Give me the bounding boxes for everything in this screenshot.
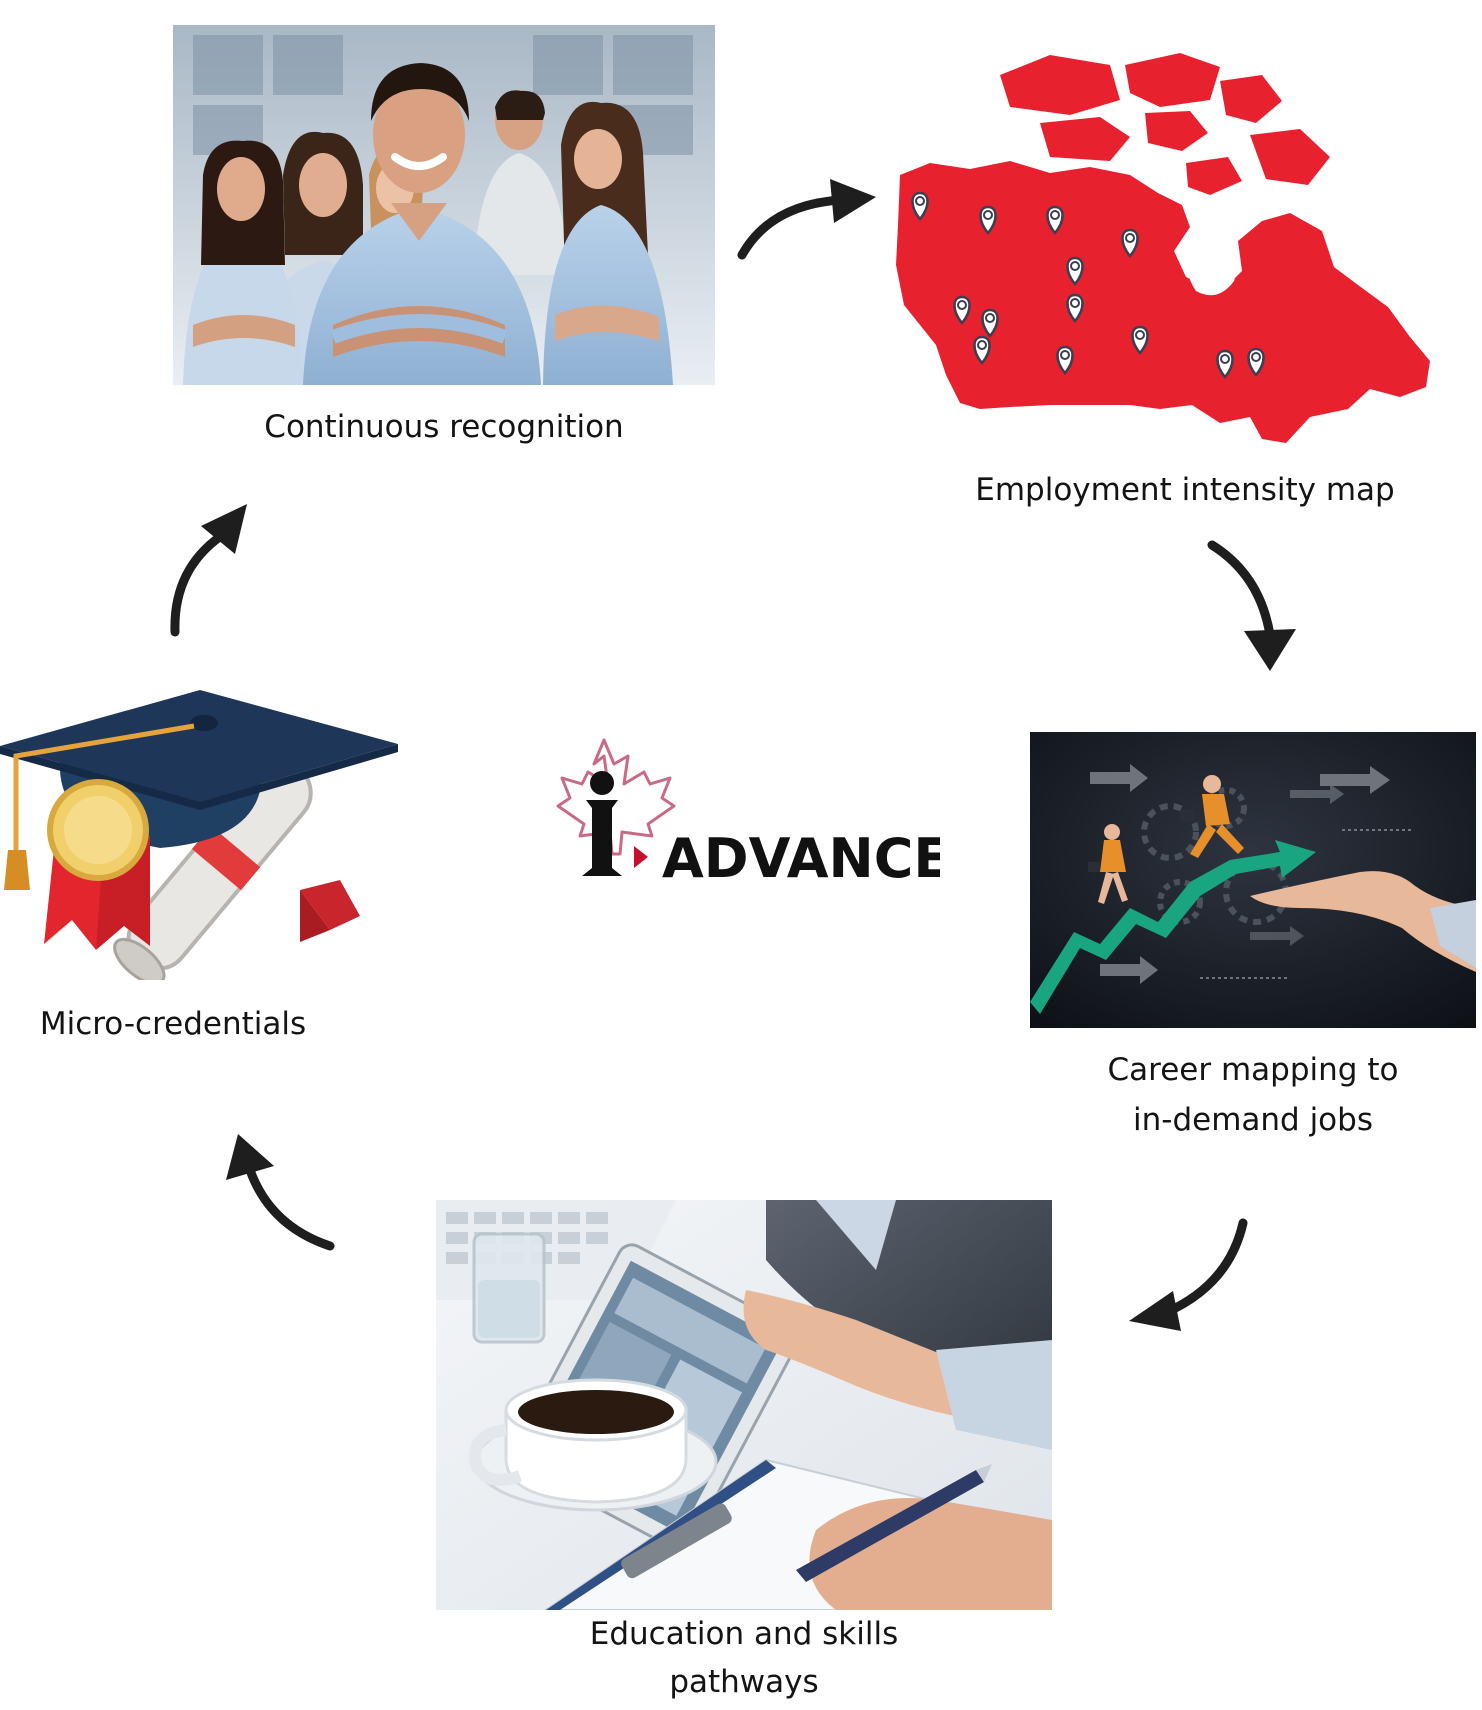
recognition-label: Continuous recognition xyxy=(264,409,624,445)
arrow-education-to-micro xyxy=(226,1134,335,1251)
employment-map xyxy=(890,45,1435,465)
career-label-line1: Career mapping to xyxy=(1107,1052,1399,1088)
arrow-recognition-to-map xyxy=(737,179,876,260)
recognition-photo xyxy=(173,25,715,385)
advance-logo: ADVANCE xyxy=(520,736,940,896)
education-photo xyxy=(436,1200,1052,1610)
advance-wordmark: ADVANCE xyxy=(662,827,940,890)
micro-credentials-graphic xyxy=(0,680,410,980)
education-label-line2: pathways xyxy=(669,1664,819,1700)
arrow-map-to-career xyxy=(1207,540,1296,671)
arrow-micro-to-recognition xyxy=(170,504,247,637)
career-label-line2: in-demand jobs xyxy=(1133,1102,1373,1138)
career-graphic xyxy=(1030,732,1476,1028)
arrow-career-to-education xyxy=(1129,1218,1248,1331)
micro-credentials-label: Micro-credentials xyxy=(39,1006,307,1042)
map-label: Employment intensity map xyxy=(975,472,1395,508)
education-label-line1: Education and skills xyxy=(589,1616,899,1652)
cycle-diagram: Continuous recognition Employment intens… xyxy=(0,0,1482,1710)
